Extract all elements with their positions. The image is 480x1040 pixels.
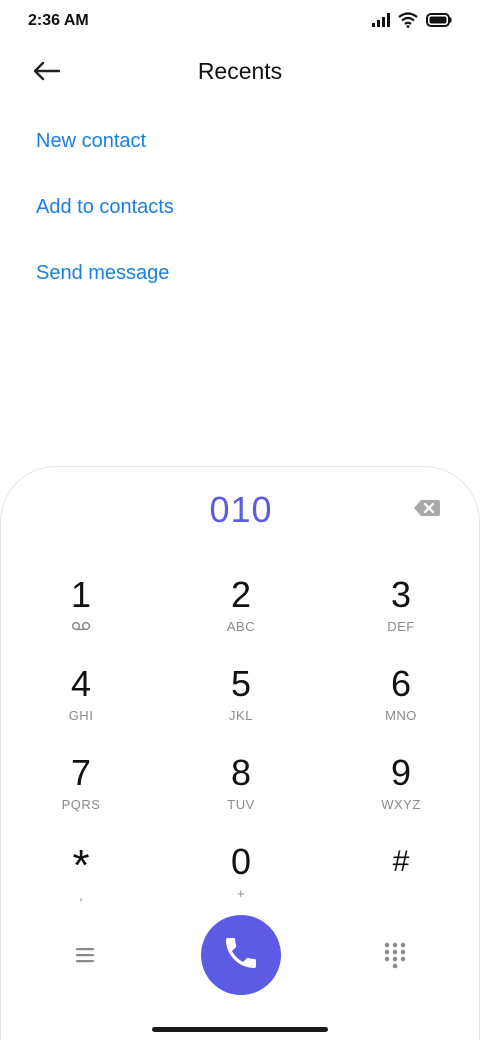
- key-letters: TUV: [227, 797, 255, 812]
- key-3[interactable]: 3 DEF: [341, 575, 461, 655]
- key-4[interactable]: 4 GHI: [21, 664, 141, 744]
- phone-icon: [221, 933, 261, 978]
- key-digit: 5: [230, 663, 252, 704]
- signal-icon: [372, 12, 390, 32]
- key-0[interactable]: 0 +: [181, 842, 301, 922]
- send-message-link[interactable]: Send message: [36, 252, 456, 318]
- key-digit: 7: [70, 752, 92, 793]
- key-digit: 6: [390, 663, 412, 704]
- key-letters: ABC: [226, 619, 256, 634]
- dialpad-icon: [383, 942, 407, 973]
- keypad-row: 7 PQRS 8 TUV 9 WXYZ: [1, 753, 480, 842]
- key-digit: 4: [70, 663, 92, 704]
- key-letters: GHI: [68, 708, 94, 723]
- key-digit: *: [72, 841, 90, 890]
- call-button[interactable]: [201, 915, 281, 995]
- dialer-bottom-bar: [1, 915, 480, 997]
- menu-icon: [73, 948, 99, 971]
- header: Recents: [0, 50, 480, 96]
- key-letters: MNO: [385, 708, 417, 723]
- key-letters: WXYZ: [381, 797, 421, 812]
- menu-button[interactable]: [73, 943, 99, 967]
- backspace-icon: [413, 500, 441, 523]
- key-hash[interactable]: #: [341, 842, 461, 922]
- keypad-row: 1 2 ABC 3 DEF: [1, 575, 480, 664]
- key-digit: #: [392, 845, 410, 878]
- dialpad-sheet: 010 1 2 ABC 3 DEF 4 GHI 5 JKL 6 MNO 7 PQ…: [0, 466, 480, 1040]
- key-star[interactable]: * ,: [21, 842, 141, 922]
- key-letters: JKL: [229, 708, 253, 723]
- key-8[interactable]: 8 TUV: [181, 753, 301, 833]
- key-5[interactable]: 5 JKL: [181, 664, 301, 744]
- key-digit: 1: [70, 574, 92, 615]
- key-digit: 9: [390, 752, 412, 793]
- key-letters: +: [236, 886, 246, 901]
- backspace-button[interactable]: [413, 497, 441, 519]
- key-9[interactable]: 9 WXYZ: [341, 753, 461, 833]
- key-letters: DEF: [387, 619, 415, 634]
- key-digit: 3: [390, 574, 412, 615]
- wifi-icon: [398, 11, 418, 33]
- key-digit: 2: [230, 574, 252, 615]
- status-icons: [372, 11, 452, 33]
- dialed-number[interactable]: 010: [1, 489, 480, 531]
- key-digit: 0: [230, 841, 252, 882]
- key-7[interactable]: 7 PQRS: [21, 753, 141, 833]
- new-contact-link[interactable]: New contact: [36, 120, 456, 186]
- key-1[interactable]: 1: [21, 575, 141, 655]
- battery-icon: [426, 12, 452, 32]
- dialer-screen: 2:36 AM Recents New contact Add to conta…: [0, 0, 480, 1040]
- key-2[interactable]: 2 ABC: [181, 575, 301, 655]
- key-letters: PQRS: [61, 797, 101, 812]
- action-list: New contact Add to contacts Send message: [36, 120, 456, 318]
- voicemail-icon: [21, 619, 141, 635]
- keypad: 1 2 ABC 3 DEF 4 GHI 5 JKL 6 MNO 7 PQRS 8…: [1, 575, 480, 931]
- home-indicator[interactable]: [152, 1027, 328, 1032]
- key-digit: 8: [230, 752, 252, 793]
- add-to-contacts-link[interactable]: Add to contacts: [36, 186, 456, 252]
- key-6[interactable]: 6 MNO: [341, 664, 461, 744]
- keypad-toggle-button[interactable]: [383, 941, 407, 969]
- page-title: Recents: [197, 58, 283, 84]
- key-letters: ,: [79, 887, 83, 903]
- status-time: 2:36 AM: [28, 12, 89, 29]
- status-bar: 2:36 AM: [0, 0, 480, 44]
- keypad-row: 4 GHI 5 JKL 6 MNO: [1, 664, 480, 753]
